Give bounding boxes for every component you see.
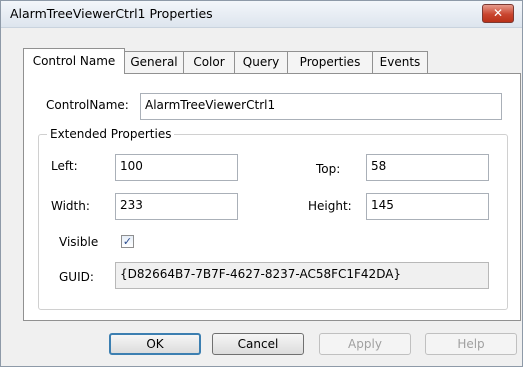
- guid-field: {D82664B7-7B7F-4627-8237-AC58FC1F42DA}: [115, 262, 489, 289]
- tab-general[interactable]: General: [124, 51, 184, 73]
- left-input[interactable]: 100: [115, 154, 238, 181]
- height-input[interactable]: 145: [366, 193, 489, 220]
- left-label: Left:: [51, 159, 78, 173]
- top-input[interactable]: 58: [366, 154, 489, 181]
- tab-events[interactable]: Events: [372, 51, 428, 73]
- tab-query[interactable]: Query: [234, 51, 288, 73]
- height-label: Height:: [308, 199, 352, 213]
- help-button[interactable]: Help: [425, 333, 517, 355]
- control-name-input[interactable]: AlarmTreeViewerCtrl1: [140, 93, 502, 120]
- width-input[interactable]: 233: [115, 193, 238, 220]
- control-name-label: ControlName:: [46, 98, 129, 112]
- cancel-button[interactable]: Cancel: [212, 333, 304, 355]
- properties-dialog: AlarmTreeViewerCtrl1 Properties ✕ Contro…: [0, 0, 523, 367]
- tab-properties[interactable]: Properties: [287, 51, 373, 73]
- visible-label: Visible: [59, 235, 99, 249]
- visible-checkbox[interactable]: ✓: [121, 235, 134, 248]
- tab-color[interactable]: Color: [183, 51, 235, 73]
- apply-button[interactable]: Apply: [319, 333, 411, 355]
- tab-panel-control-name: ControlName: AlarmTreeViewerCtrl1 Extend…: [23, 73, 521, 321]
- extended-properties-group: Extended Properties Left: 100 Top: 58 Wi…: [38, 127, 508, 310]
- ok-button[interactable]: OK: [109, 333, 201, 355]
- tab-control-name[interactable]: Control Name: [23, 48, 125, 74]
- close-button[interactable]: ✕: [482, 4, 514, 23]
- width-label: Width:: [51, 199, 90, 213]
- group-title: Extended Properties: [47, 127, 175, 141]
- guid-label: GUID:: [59, 270, 94, 284]
- title-bar: AlarmTreeViewerCtrl1 Properties ✕: [1, 1, 522, 28]
- top-label: Top:: [316, 162, 341, 176]
- window-title: AlarmTreeViewerCtrl1 Properties: [10, 6, 213, 21]
